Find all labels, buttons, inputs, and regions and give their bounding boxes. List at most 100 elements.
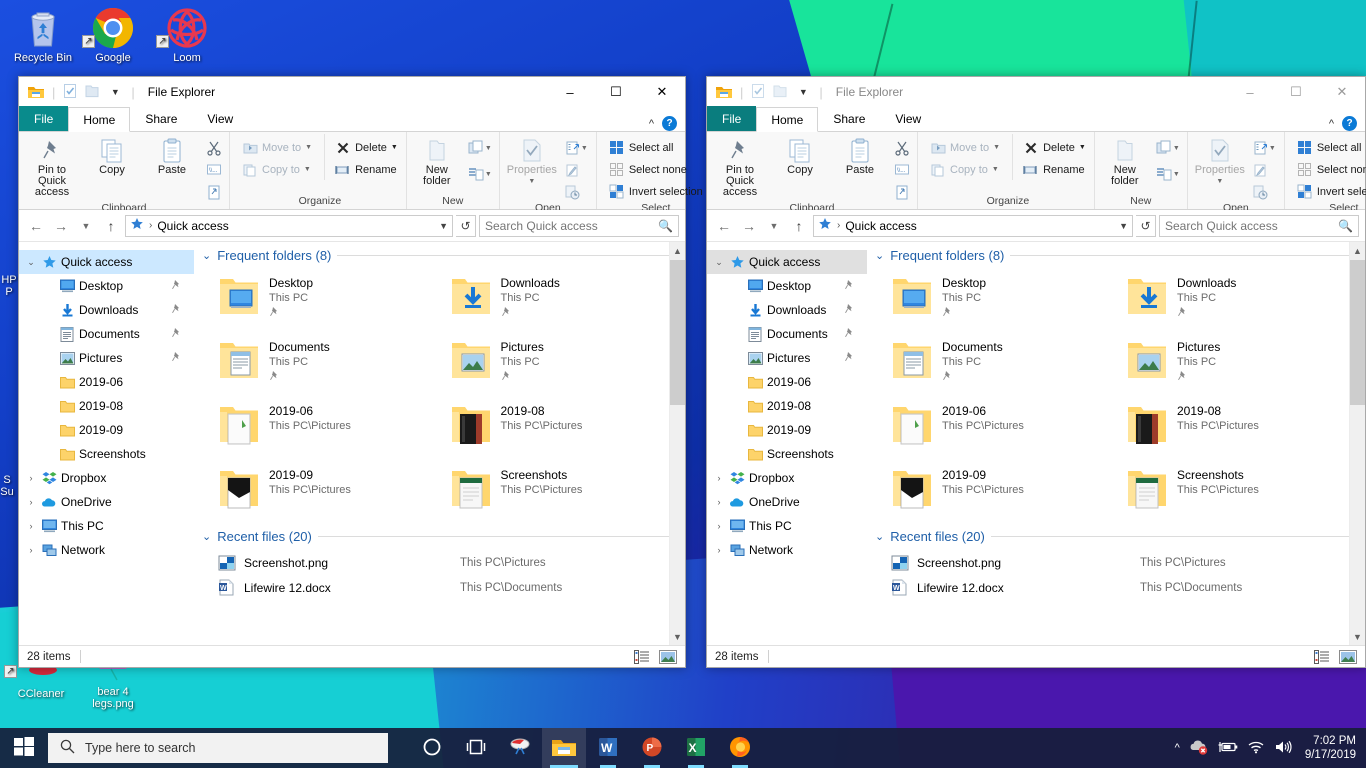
properties-button[interactable]: Properties ▼ bbox=[504, 134, 560, 187]
frequent-folder-tile[interactable]: 2019-09 This PC\Pictures bbox=[891, 463, 1120, 527]
nav-item-2019-08[interactable]: 2019-08 bbox=[19, 394, 194, 418]
twisty-icon[interactable]: › bbox=[23, 497, 39, 507]
frequent-folder-tile[interactable]: Desktop This PC bbox=[891, 271, 1120, 335]
frequent-folder-tile[interactable]: Screenshots This PC\Pictures bbox=[450, 463, 676, 527]
customize-dropdown-icon[interactable]: ▼ bbox=[106, 83, 124, 101]
taskbar-search-box[interactable]: Type here to search bbox=[48, 733, 388, 763]
frequent-folder-tile[interactable]: Downloads This PC bbox=[450, 271, 676, 335]
show-hidden-icons-icon[interactable]: ^ bbox=[1175, 742, 1180, 754]
volume-icon[interactable] bbox=[1274, 740, 1292, 757]
nav-item-network[interactable]: › Network bbox=[707, 538, 867, 562]
forward-arrow-icon[interactable]: → bbox=[738, 215, 760, 237]
copy-button[interactable]: Copy bbox=[83, 134, 141, 176]
history-icon[interactable] bbox=[1250, 182, 1272, 202]
nav-item-screenshots[interactable]: Screenshots bbox=[19, 442, 194, 466]
cut-icon[interactable] bbox=[891, 138, 913, 158]
frequent-folder-tile[interactable]: 2019-08 This PC\Pictures bbox=[450, 399, 676, 463]
recent-file-row[interactable]: Screenshot.png This PC\Pictures bbox=[218, 550, 675, 575]
chevron-down-icon[interactable]: ⌄ bbox=[202, 530, 211, 543]
cut-icon[interactable] bbox=[203, 138, 225, 158]
recent-files-list[interactable]: Screenshot.png This PC\Pictures W Lifewire … bbox=[867, 544, 1365, 600]
scroll-down-arrow-icon[interactable]: ▼ bbox=[1350, 628, 1365, 645]
nav-item-onedrive[interactable]: › OneDrive bbox=[707, 490, 867, 514]
tab-file[interactable]: File bbox=[707, 106, 757, 131]
twisty-icon[interactable]: › bbox=[711, 545, 727, 555]
new-folder-button[interactable]: New folder bbox=[1099, 134, 1151, 187]
window-controls[interactable]: – ☐ ✕ bbox=[547, 77, 685, 107]
paste-button[interactable]: Paste bbox=[143, 134, 201, 176]
recent-files-header[interactable]: ⌄ Recent files (20) bbox=[867, 529, 1365, 544]
taskbar-button-excel[interactable]: X bbox=[674, 728, 718, 768]
address-bar[interactable]: › Quick access ▼ bbox=[125, 214, 453, 237]
nav-item-dropbox[interactable]: › Dropbox bbox=[19, 466, 194, 490]
taskbar-button-cortana[interactable] bbox=[410, 728, 454, 768]
vertical-scrollbar[interactable]: ▲ ▼ bbox=[1349, 242, 1365, 645]
delete-button[interactable]: Delete ▼ bbox=[1019, 137, 1090, 158]
select-all-button[interactable]: Select all bbox=[1293, 137, 1366, 158]
maximize-button[interactable]: ☐ bbox=[1273, 77, 1319, 107]
chevron-up-icon[interactable]: ^ bbox=[1329, 118, 1334, 130]
up-arrow-icon[interactable]: ↑ bbox=[100, 215, 122, 237]
ribbon[interactable]: Pin to Quick access Copy Paste \\... Cli… bbox=[19, 132, 703, 214]
open-with-icon[interactable]: ▼ bbox=[1250, 138, 1280, 158]
edit-icon[interactable] bbox=[1250, 160, 1272, 180]
navigation-pane[interactable]: ⌄ Quick access Desktop Downloads Documents Pi… bbox=[707, 242, 867, 645]
frequent-folder-tile[interactable]: 2019-06 This PC\Pictures bbox=[218, 399, 444, 463]
refresh-icon[interactable]: ↺ bbox=[456, 214, 476, 237]
nav-item-2019-06[interactable]: 2019-06 bbox=[19, 370, 194, 394]
taskbar-clock[interactable]: 7:02 PM 9/17/2019 bbox=[1301, 734, 1356, 762]
breadcrumb-path[interactable]: Quick access bbox=[845, 219, 916, 233]
nav-item-2019-06[interactable]: 2019-06 bbox=[707, 370, 867, 394]
folder-properties-icon[interactable] bbox=[750, 83, 768, 101]
desktop-icon-loom[interactable]: ↗ Loom bbox=[150, 6, 224, 64]
nav-item-downloads[interactable]: Downloads bbox=[707, 298, 867, 322]
nav-item-2019-08[interactable]: 2019-08 bbox=[707, 394, 867, 418]
battery-icon[interactable] bbox=[1218, 740, 1238, 757]
window-titlebar[interactable]: | ▼ | File Explorer – ☐ ✕ bbox=[19, 77, 685, 107]
back-arrow-icon[interactable]: ← bbox=[25, 215, 47, 237]
pin-to-quick-access-button[interactable]: Pin to Quick access bbox=[23, 134, 81, 198]
view-buttons[interactable] bbox=[1313, 649, 1357, 665]
paste-button[interactable]: Paste bbox=[831, 134, 889, 176]
nav-item-quick-access[interactable]: ⌄ Quick access bbox=[707, 250, 867, 274]
easy-access-icon[interactable]: ▼ bbox=[465, 164, 495, 184]
thumbnail-view-icon[interactable] bbox=[1339, 649, 1357, 665]
tab-file[interactable]: File bbox=[19, 106, 69, 131]
desktop-icon-google[interactable]: ↗ Google bbox=[76, 6, 150, 64]
back-arrow-icon[interactable]: ← bbox=[713, 215, 735, 237]
nav-item-quick-access[interactable]: ⌄ Quick access bbox=[19, 250, 194, 274]
file-explorer-window-inactive[interactable]: | ▼ | File Explorer – ☐ ✕ File Home Shar… bbox=[706, 76, 1366, 668]
history-icon[interactable] bbox=[562, 182, 584, 202]
paste-shortcut-icon[interactable] bbox=[203, 182, 225, 202]
details-view-icon[interactable] bbox=[633, 649, 651, 665]
twisty-icon[interactable]: › bbox=[711, 497, 727, 507]
frequent-folders-header[interactable]: ⌄ Frequent folders (8) bbox=[194, 242, 685, 263]
frequent-folders-grid[interactable]: Desktop This PC Downloads This PC Documents T… bbox=[867, 263, 1365, 527]
frequent-folders-header[interactable]: ⌄ Frequent folders (8) bbox=[867, 242, 1365, 263]
content-pane[interactable]: ⌄ Frequent folders (8) Desktop This PC Dow… bbox=[194, 242, 685, 645]
recent-locations-icon[interactable]: ▼ bbox=[763, 215, 785, 237]
frequent-folder-tile[interactable]: 2019-08 This PC\Pictures bbox=[1126, 399, 1355, 463]
recent-file-row[interactable]: W Lifewire 12.docx This PC\Documents bbox=[218, 575, 675, 600]
folder-properties-icon[interactable] bbox=[62, 83, 80, 101]
navigation-pane[interactable]: ⌄ Quick access Desktop Downloads Documents Pi… bbox=[19, 242, 194, 645]
scroll-down-arrow-icon[interactable]: ▼ bbox=[670, 628, 685, 645]
copy-to-button[interactable]: Copy to ▼ bbox=[238, 159, 316, 180]
chevron-down-icon[interactable]: ⌄ bbox=[875, 249, 884, 262]
close-button[interactable]: ✕ bbox=[1319, 77, 1365, 107]
nav-item-network[interactable]: › Network bbox=[19, 538, 194, 562]
window-controls[interactable]: – ☐ ✕ bbox=[1227, 77, 1365, 107]
easy-access-icon[interactable]: ▼ bbox=[1153, 164, 1183, 184]
taskbar[interactable]: Type here to search W P X ^ 7:02 PM 9/17… bbox=[0, 728, 1366, 768]
twisty-icon[interactable]: › bbox=[23, 473, 39, 483]
rename-button[interactable]: Rename bbox=[331, 159, 402, 180]
vertical-scrollbar[interactable]: ▲ ▼ bbox=[669, 242, 685, 645]
frequent-folder-tile[interactable]: Documents This PC bbox=[891, 335, 1120, 399]
scrollbar-thumb[interactable] bbox=[1350, 260, 1365, 405]
minimize-button[interactable]: – bbox=[547, 77, 593, 107]
rename-button[interactable]: Rename bbox=[1019, 159, 1090, 180]
address-bar-row[interactable]: ← → ▼ ↑ › Quick access ▼ ↺ Search Quick … bbox=[19, 210, 685, 241]
help-icon[interactable]: ? bbox=[662, 116, 677, 131]
tab-share[interactable]: Share bbox=[130, 106, 192, 131]
scroll-up-arrow-icon[interactable]: ▲ bbox=[670, 242, 685, 259]
